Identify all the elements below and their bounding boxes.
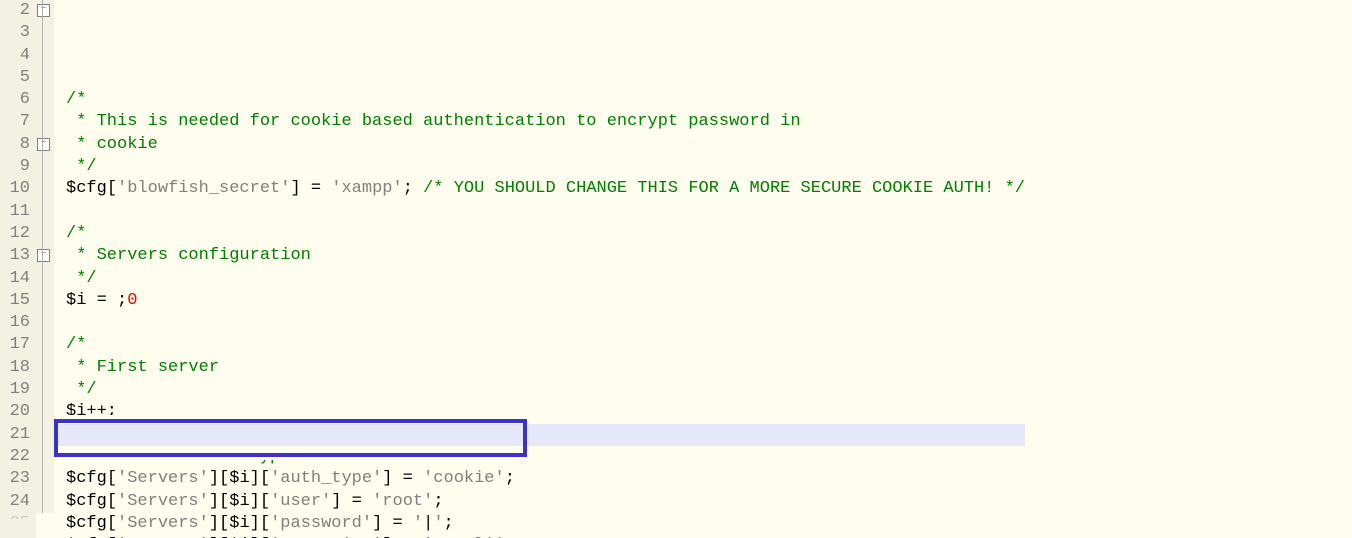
line-number: 9 — [0, 156, 30, 178]
line-number: 20 — [0, 401, 30, 423]
fold-column: − − − — [36, 0, 54, 513]
fold-toggle-icon[interactable]: − — [37, 249, 50, 262]
code-line[interactable]: $i = ;0 — [66, 290, 1025, 312]
comment: /* — [66, 90, 86, 109]
code-line[interactable]: */ — [66, 156, 1025, 178]
code-line[interactable]: */ — [66, 268, 1025, 290]
text-cursor: | — [423, 514, 433, 533]
comment: /* YOU SHOULD CHANGE THIS FOR A MORE SEC… — [423, 179, 1025, 198]
string: ' — [413, 514, 423, 533]
line-number: 6 — [0, 89, 30, 111]
line-number: 3 — [0, 22, 30, 44]
code-line[interactable]: $cfg['blowfish_secret'] = 'xampp'; /* YO… — [66, 178, 1025, 200]
code-line[interactable]: $cfg['Servers'][$i]['password'] = '|'; — [66, 513, 1025, 535]
line-number: 14 — [0, 268, 30, 290]
code-area[interactable]: /* * This is needed for cookie based aut… — [54, 0, 1025, 538]
line-number: 2 — [0, 0, 30, 22]
string: 'blowfish_secret' — [117, 179, 290, 198]
string: 'user' — [270, 492, 331, 511]
variable: $cfg — [66, 469, 107, 488]
comment: */ — [76, 269, 96, 288]
line-number: 19 — [0, 379, 30, 401]
string: 'Servers' — [117, 514, 209, 533]
code-line[interactable]: $cfg['Servers'][$i]['auth_type'] = 'cook… — [66, 468, 1025, 490]
code-line[interactable]: * Servers configuration — [66, 245, 1025, 267]
code-editor[interactable]: 2345678910111213141516171819202122232425… — [0, 0, 1352, 538]
string: 'cookie' — [423, 469, 505, 488]
code-line[interactable]: /* — [66, 223, 1025, 245]
comment: * This is needed for cookie based authen… — [76, 112, 800, 131]
line-number: 22 — [0, 446, 30, 468]
code-line[interactable]: * This is needed for cookie based authen… — [66, 111, 1025, 133]
line-number: 15 — [0, 290, 30, 312]
line-number: 10 — [0, 178, 30, 200]
line-number: 8 — [0, 134, 30, 156]
line-number: 4 — [0, 45, 30, 67]
line-number: 23 — [0, 468, 30, 490]
variable: $i — [66, 291, 86, 310]
code-line[interactable]: $cfg['Servers'][$i]['user'] = 'root'; — [66, 491, 1025, 513]
comment: */ — [76, 157, 96, 176]
line-number: 24 — [0, 491, 30, 513]
line-number: 17 — [0, 334, 30, 356]
variable: $cfg — [66, 514, 107, 533]
variable: $i — [229, 492, 249, 511]
line-number: 12 — [0, 223, 30, 245]
fold-toggle-icon[interactable]: − — [37, 4, 50, 17]
string: 'Servers' — [117, 469, 209, 488]
comment: */ — [76, 380, 96, 399]
line-number: 7 — [0, 111, 30, 133]
variable: $cfg — [66, 179, 107, 198]
line-number: 18 — [0, 357, 30, 379]
line-number: 21 — [0, 424, 30, 446]
string: 'root' — [372, 492, 433, 511]
fold-toggle-icon[interactable]: − — [37, 138, 50, 151]
comment: /* — [66, 335, 86, 354]
variable: $i — [229, 514, 249, 533]
string: 'Servers' — [117, 492, 209, 511]
string: 'auth_type' — [270, 469, 382, 488]
string: 'xampp' — [331, 179, 402, 198]
code-line[interactable]: * First server — [66, 357, 1025, 379]
code-line[interactable]: * cookie — [66, 134, 1025, 156]
code-line[interactable]: /* — [66, 89, 1025, 111]
line-number: 13 — [0, 245, 30, 267]
string: 'password' — [270, 514, 372, 533]
line-number: 11 — [0, 201, 30, 223]
comment: /* — [66, 224, 86, 243]
comment: * First server — [76, 358, 219, 377]
line-number: 16 — [0, 312, 30, 334]
line-number-gutter: 2345678910111213141516171819202122232425 — [0, 0, 36, 538]
string: ' — [433, 514, 443, 533]
code-line[interactable] — [66, 312, 1025, 334]
code-line[interactable]: */ — [66, 379, 1025, 401]
comment: * cookie — [76, 135, 158, 154]
line-number: 5 — [0, 67, 30, 89]
number: 0 — [127, 291, 137, 310]
variable: $i — [229, 469, 249, 488]
code-line[interactable]: /* — [66, 334, 1025, 356]
code-line[interactable] — [66, 201, 1025, 223]
comment: * Servers configuration — [76, 246, 311, 265]
variable: $cfg — [66, 492, 107, 511]
annotation-rectangle — [54, 419, 527, 457]
